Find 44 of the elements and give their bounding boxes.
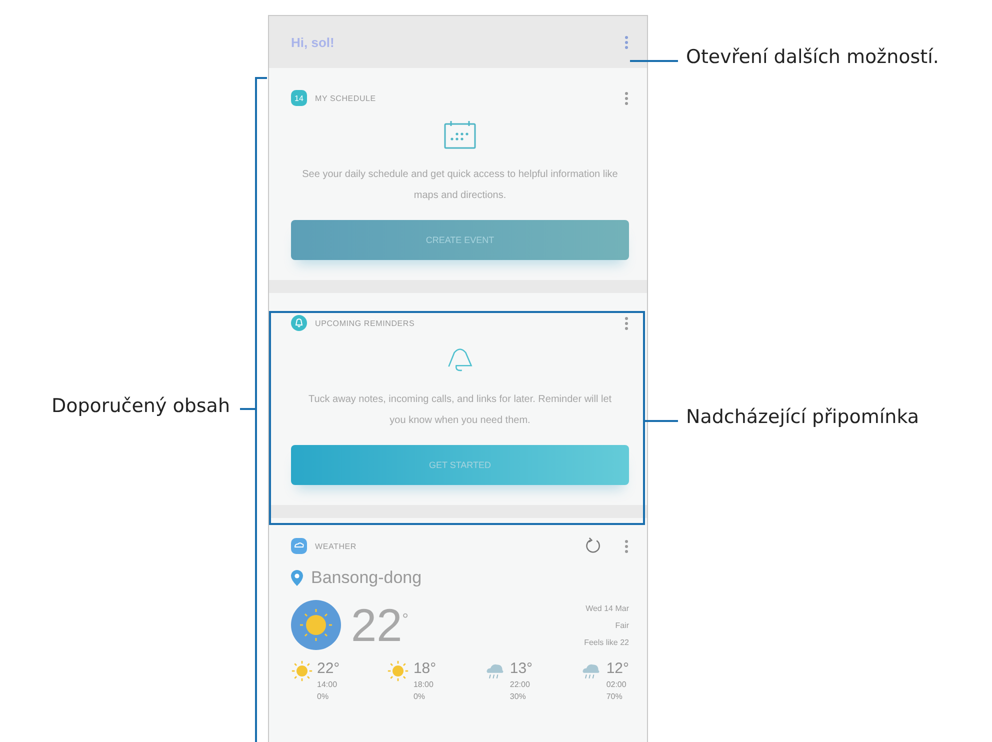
forecast-time: 18:00	[413, 680, 434, 689]
card-title: UPCOMING REMINDERS	[315, 318, 416, 328]
forecast-time: 14:00	[317, 680, 338, 689]
temperature: 22$^{°}$	[351, 598, 410, 652]
more-options-icon[interactable]	[624, 316, 629, 330]
forecast-temperature: 13°	[510, 660, 533, 677]
rain-chance: 0%	[317, 692, 330, 701]
card-description: See your daily schedule and get quick access to helpful information like maps and directions.	[301, 168, 619, 203]
rain-chance: 30%	[510, 692, 527, 701]
forecast-temperature: 12°	[606, 660, 629, 677]
leader-line	[644, 420, 678, 422]
callout-label: Doporučený obsah	[51, 395, 230, 417]
callout-label: Nadcházející připomínka	[686, 406, 920, 428]
weather-app-icon	[291, 538, 307, 554]
more-options-icon[interactable]	[624, 538, 629, 554]
greeting: Hi, sol!	[291, 34, 334, 50]
card-title: WEATHER	[315, 542, 358, 550]
create-event-button[interactable]: CREATE EVENT	[291, 220, 629, 260]
refresh-icon[interactable]	[584, 537, 602, 555]
sun-icon	[291, 660, 313, 682]
forecast-time: 22:00	[510, 680, 531, 689]
more-options-icon[interactable]	[624, 90, 629, 106]
location-name: Bansong-dong	[311, 568, 422, 588]
forecast-temperature: 22°	[317, 660, 340, 677]
calendar-app-icon: 14	[291, 90, 307, 106]
rain-chance: 70%	[606, 692, 624, 701]
rain-chance: 0%	[413, 692, 426, 701]
calendar-icon	[444, 120, 476, 150]
feels-like: Feels like 22	[584, 638, 629, 646]
forecast-temperature: 18°	[413, 660, 436, 677]
weather-condition: Fair	[615, 620, 629, 630]
card-description: Tuck away notes, incoming calls, and links for later. Reminder will let you know when you need them.	[307, 393, 613, 428]
date: Wed 14 Mar	[586, 604, 629, 612]
sun-icon	[291, 600, 341, 650]
get-started-button[interactable]: GET STARTED	[291, 445, 629, 485]
leader-line	[240, 408, 255, 410]
leader-line	[630, 60, 678, 62]
location-pin-icon	[291, 570, 303, 586]
card-title: MY SCHEDULE	[315, 94, 377, 102]
sun-icon	[387, 660, 410, 682]
bell-app-icon	[291, 315, 307, 331]
callout-label: Otevření dalších možností.	[686, 46, 939, 68]
forecast-time: 02:00	[606, 680, 628, 689]
more-options-icon[interactable]	[624, 34, 629, 50]
